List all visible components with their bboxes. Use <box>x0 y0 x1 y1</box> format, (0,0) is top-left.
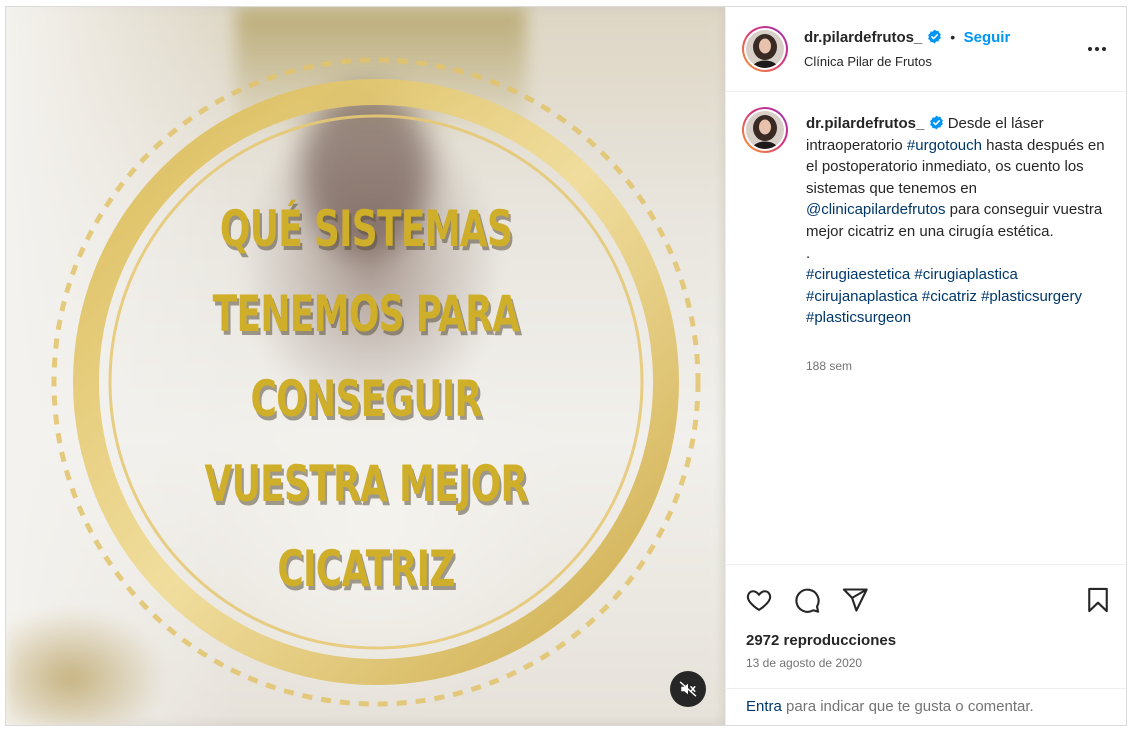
mute-button[interactable] <box>670 671 706 707</box>
hashtag-link[interactable]: #cirugiaplastica <box>914 266 1017 283</box>
hashtag-link[interactable]: #cirujanaplastica <box>806 288 918 305</box>
post-age[interactable]: 188 sem <box>806 359 852 373</box>
profile-photo-icon <box>746 30 784 68</box>
post-header: dr.pilardefrutos_ • Seguir Clínica Pilar… <box>726 7 1126 92</box>
action-bar <box>726 564 1126 632</box>
comment-button[interactable] <box>792 585 822 615</box>
video-overlay-text: QUÉ SISTEMAS TENEMOS PARA CONSEGUIR VUES… <box>204 200 528 598</box>
caption-dot: . <box>806 244 811 262</box>
share-button[interactable] <box>840 585 870 615</box>
hashtag-link[interactable]: #plasticsurgeon <box>806 309 911 326</box>
post-video[interactable]: QUÉ SISTEMAS TENEMOS PARA CONSEGUIR VUES… <box>6 7 725 725</box>
hashtag-link[interactable]: #urgotouch <box>907 137 982 154</box>
heart-icon <box>746 590 772 611</box>
more-options-button[interactable] <box>1084 37 1110 61</box>
mention-link[interactable]: @clinicapilardefrutos <box>806 201 945 218</box>
hashtag-link[interactable]: #cirugiaestetica <box>806 266 910 283</box>
verified-badge-icon <box>927 29 941 44</box>
caption-username[interactable]: dr.pilardefrutos_ <box>806 115 924 132</box>
hashtag-link[interactable]: #cicatriz <box>922 288 977 305</box>
hashtag-link[interactable]: #plasticsurgery <box>981 288 1082 305</box>
login-prompt: Entra para indicar que te gusta o coment… <box>726 688 1126 725</box>
login-link[interactable]: Entra <box>746 698 782 715</box>
post-dialog: QUÉ SISTEMAS TENEMOS PARA CONSEGUIR VUES… <box>5 6 1127 726</box>
post-caption: dr.pilardefrutos_ Desde el láser intraop… <box>806 113 1111 329</box>
caption-avatar[interactable] <box>742 107 788 153</box>
more-options-icon <box>1088 47 1106 51</box>
follow-button[interactable]: Seguir <box>964 29 1011 46</box>
post-date[interactable]: 13 de agosto de 2020 <box>746 656 862 670</box>
location-link[interactable]: Clínica Pilar de Frutos <box>804 54 932 69</box>
view-count: 2972 reproducciones <box>746 632 897 649</box>
verified-badge-icon <box>929 115 943 130</box>
post-side-panel: dr.pilardefrutos_ • Seguir Clínica Pilar… <box>725 7 1126 725</box>
avatar[interactable] <box>742 26 788 72</box>
login-prompt-text: para indicar que te gusta o comentar. <box>781 698 1034 715</box>
save-button[interactable] <box>1083 585 1113 615</box>
comment-icon <box>795 588 820 613</box>
bookmark-icon <box>1088 587 1108 613</box>
hashtag-list: #cirugiaestetica #cirugiaplastica #ciruj… <box>806 264 1111 329</box>
like-button[interactable] <box>744 585 774 615</box>
separator-dot: • <box>950 29 956 45</box>
speaker-muted-icon <box>679 681 697 697</box>
send-icon <box>842 588 868 612</box>
header-username[interactable]: dr.pilardefrutos_ <box>804 29 922 46</box>
profile-photo-icon <box>746 111 784 149</box>
